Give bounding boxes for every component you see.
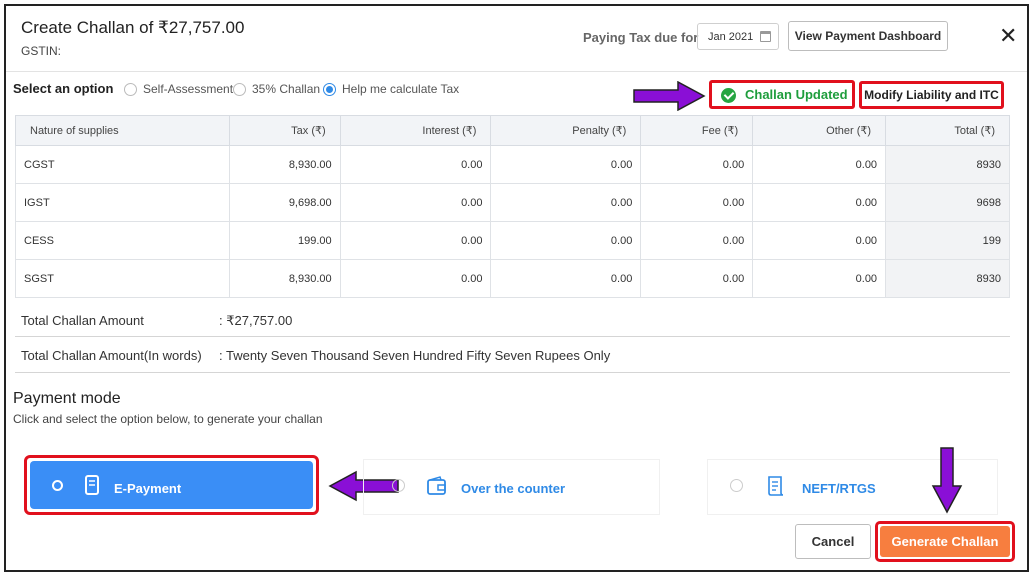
summary-divider — [15, 336, 1010, 337]
amount-words-value: : Twenty Seven Thousand Seven Hundred Fi… — [219, 348, 611, 363]
cell-nature: CGST — [15, 145, 230, 184]
col-nature: Nature of supplies — [15, 115, 230, 146]
cell-nature: IGST — [15, 183, 230, 222]
challan-updated-badge: Challan Updated — [709, 80, 855, 109]
35-challan-label[interactable]: 35% Challan — [252, 82, 320, 96]
close-icon[interactable]: ✕ — [999, 25, 1017, 47]
e-payment-label: E-Payment — [114, 481, 182, 496]
challan-dialog: Create Challan of ₹27,757.00 GSTIN: Payi… — [4, 4, 1029, 572]
cell-other[interactable]: 0.00 — [752, 221, 887, 260]
cell-other[interactable]: 0.00 — [752, 183, 887, 222]
cell-fee[interactable]: 0.00 — [640, 145, 754, 184]
cell-penalty[interactable]: 0.00 — [490, 183, 642, 222]
cell-interest[interactable]: 0.00 — [339, 259, 492, 298]
cell-interest[interactable]: 0.00 — [339, 221, 492, 260]
challan-updated-text: Challan Updated — [745, 87, 848, 102]
over-the-counter-option[interactable]: Over the counter — [363, 459, 660, 515]
cell-penalty[interactable]: 0.00 — [490, 221, 642, 260]
table-row: CESS 199.00 0.00 0.00 0.00 0.00 199 — [15, 221, 1010, 260]
cell-interest[interactable]: 0.00 — [339, 183, 492, 222]
cell-tax[interactable]: 199.00 — [228, 221, 341, 260]
cell-total: 8930 — [885, 145, 1010, 184]
payment-mode-title: Payment mode — [13, 390, 121, 407]
cell-fee[interactable]: 0.00 — [640, 259, 754, 298]
cell-fee[interactable]: 0.00 — [640, 221, 754, 260]
radio-help-calculate[interactable] — [323, 83, 336, 96]
dialog-title: Create Challan of ₹27,757.00 — [21, 18, 245, 37]
document-icon — [768, 476, 784, 496]
col-total: Total (₹) — [885, 115, 1010, 146]
total-amount-label: Total Challan Amount — [21, 313, 144, 328]
neft-radio[interactable] — [730, 479, 743, 492]
cell-nature: SGST — [15, 259, 230, 298]
self-assessment-label[interactable]: Self-Assessment — [143, 82, 233, 96]
col-fee: Fee (₹) — [640, 115, 754, 146]
period-picker[interactable]: Jan 2021 — [697, 23, 779, 50]
cell-fee[interactable]: 0.00 — [640, 183, 754, 222]
liability-table: Nature of supplies Tax (₹) Interest (₹) … — [15, 115, 1010, 298]
cell-penalty[interactable]: 0.00 — [490, 145, 642, 184]
neft-label: NEFT/RTGS — [802, 481, 876, 496]
payment-mode-subtitle: Click and select the option below, to ge… — [13, 412, 323, 426]
help-calculate-label[interactable]: Help me calculate Tax — [342, 82, 459, 96]
amount-words-label: Total Challan Amount(In words) — [21, 348, 202, 363]
annotation-arrow-down — [931, 447, 963, 514]
mobile-payment-icon — [85, 475, 99, 495]
generate-challan-highlight: Generate Challan — [875, 521, 1015, 562]
table-header-row: Nature of supplies Tax (₹) Interest (₹) … — [15, 115, 1010, 146]
cell-tax[interactable]: 9,698.00 — [228, 183, 341, 222]
period-value: Jan 2021 — [708, 31, 754, 43]
col-interest: Interest (₹) — [339, 115, 492, 146]
col-tax: Tax (₹) — [228, 115, 341, 146]
radio-35-challan[interactable] — [233, 83, 246, 96]
generate-challan-button[interactable]: Generate Challan — [880, 526, 1010, 557]
cell-total: 9698 — [885, 183, 1010, 222]
view-payment-dashboard-button[interactable]: View Payment Dashboard — [788, 21, 948, 51]
cell-other[interactable]: 0.00 — [752, 145, 887, 184]
summary-divider — [15, 372, 1010, 373]
table-row: CGST 8,930.00 0.00 0.00 0.00 0.00 8930 — [15, 145, 1010, 184]
over-counter-radio[interactable] — [392, 479, 405, 492]
cell-other[interactable]: 0.00 — [752, 259, 887, 298]
e-payment-radio[interactable] — [52, 480, 63, 491]
dialog-header: Create Challan of ₹27,757.00 GSTIN: Payi… — [6, 6, 1027, 72]
e-payment-card[interactable]: E-Payment — [30, 461, 313, 509]
annotation-arrow-right — [633, 81, 706, 111]
cancel-button[interactable]: Cancel — [795, 524, 871, 559]
e-payment-option[interactable]: E-Payment — [24, 455, 319, 515]
table-row: IGST 9,698.00 0.00 0.00 0.00 0.00 9698 — [15, 183, 1010, 222]
cell-interest[interactable]: 0.00 — [339, 145, 492, 184]
cell-tax[interactable]: 8,930.00 — [228, 259, 341, 298]
paying-due-label: Paying Tax due for — [583, 30, 699, 45]
cell-total: 8930 — [885, 259, 1010, 298]
select-option-label: Select an option — [13, 81, 114, 96]
cell-tax[interactable]: 8,930.00 — [228, 145, 341, 184]
over-counter-label: Over the counter — [461, 481, 566, 496]
cell-penalty[interactable]: 0.00 — [490, 259, 642, 298]
wallet-icon — [427, 476, 446, 495]
col-penalty: Penalty (₹) — [490, 115, 642, 146]
check-circle-icon — [721, 88, 736, 103]
calendar-icon — [760, 31, 771, 42]
gstin-label: GSTIN: — [21, 44, 62, 58]
modify-liability-button[interactable]: Modify Liability and ITC — [859, 81, 1004, 109]
radio-self-assessment[interactable] — [124, 83, 137, 96]
cell-total: 199 — [885, 221, 1010, 260]
total-amount-value: : ₹27,757.00 — [219, 313, 293, 328]
table-row: SGST 8,930.00 0.00 0.00 0.00 0.00 8930 — [15, 259, 1010, 298]
cell-nature: CESS — [15, 221, 230, 260]
col-other: Other (₹) — [752, 115, 887, 146]
